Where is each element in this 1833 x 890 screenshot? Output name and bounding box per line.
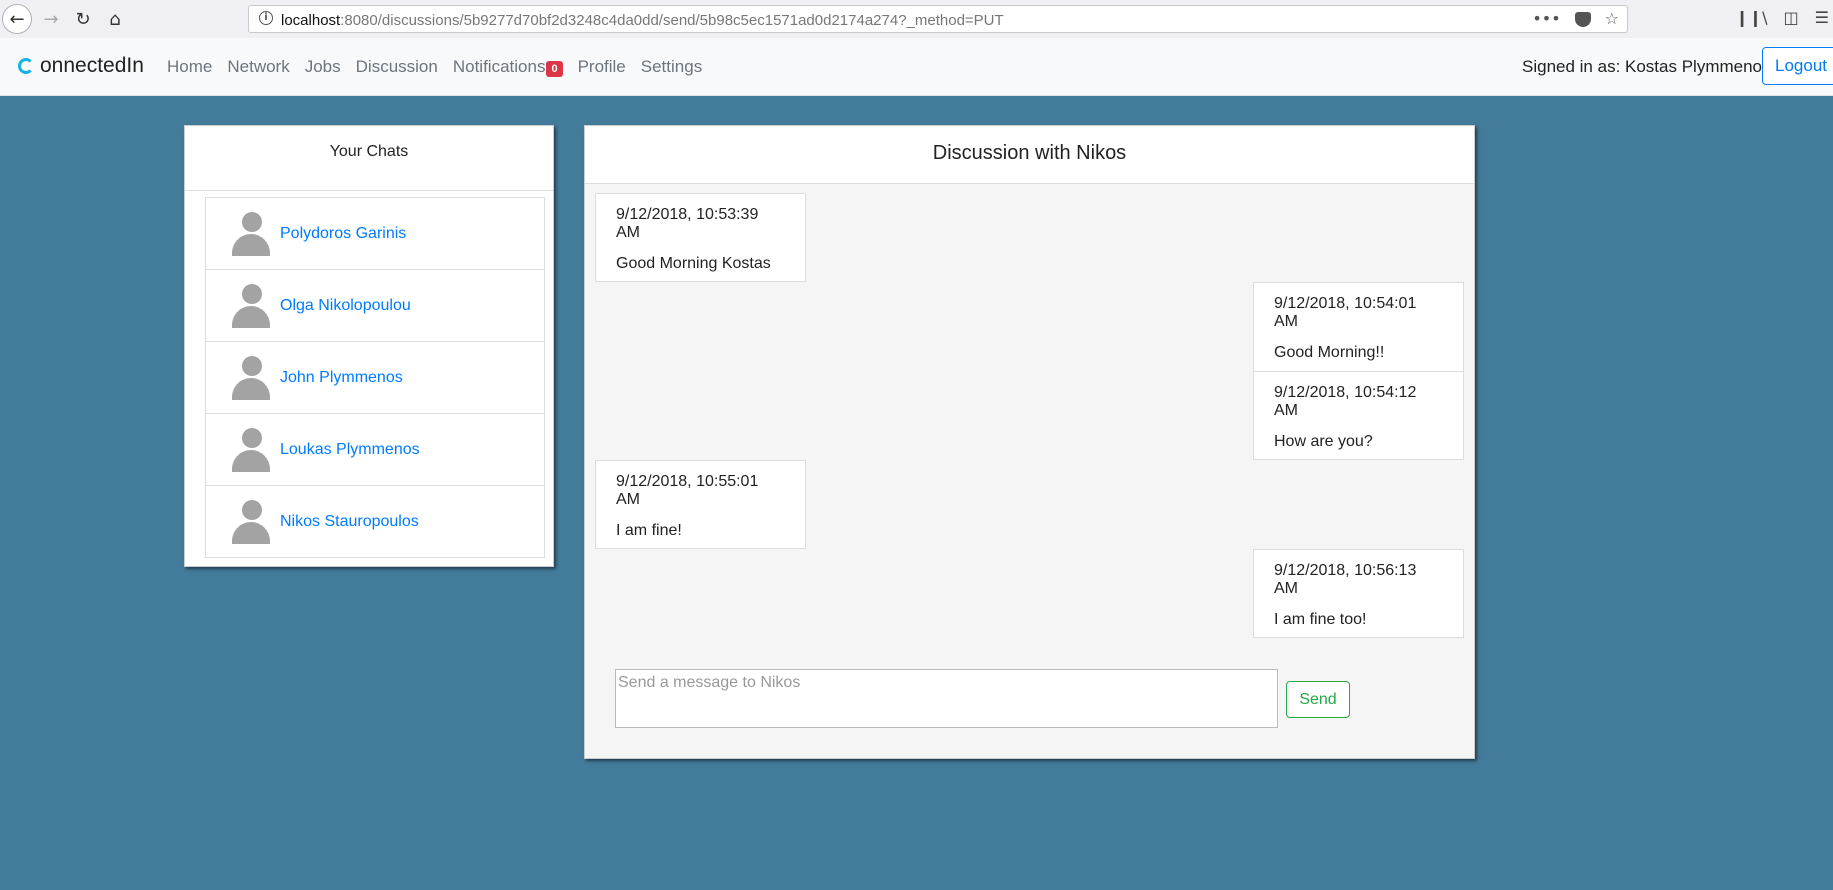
message-time: 9/12/2018, 10:54:01 AM <box>1274 295 1417 330</box>
message-bubble-received: 9/12/2018, 10:53:39 AM Good Morning Kost… <box>595 193 806 282</box>
url-bar[interactable]: i localhost:8080/discussions/5b9277d70bf… <box>248 5 1628 33</box>
logout-button[interactable]: Logout <box>1762 47 1833 85</box>
message-text: I am fine! <box>616 522 682 539</box>
chat-list-item[interactable]: John Plymmenos <box>205 342 545 414</box>
chat-name-link[interactable]: Polydoros Garinis <box>280 225 406 243</box>
sidebar-icon[interactable]: ◫ <box>1784 8 1799 27</box>
message-bubble-sent: 9/12/2018, 10:54:01 AM Good Morning!! <box>1253 282 1464 372</box>
brand-c-icon <box>18 58 34 74</box>
message-bubble-sent: 9/12/2018, 10:54:12 AM How are you? <box>1253 371 1464 460</box>
notifications-badge: 0 <box>546 61 563 77</box>
chat-list-item[interactable]: Polydoros Garinis <box>205 197 545 270</box>
discussion-title: Discussion with Nikos <box>585 126 1474 184</box>
user-avatar-icon <box>232 211 270 256</box>
menu-icon[interactable]: ☰ <box>1815 8 1829 27</box>
chat-name-link[interactable]: Loukas Plymmenos <box>280 441 420 459</box>
send-button[interactable]: Send <box>1286 681 1350 718</box>
message-time: 9/12/2018, 10:53:39 AM <box>616 206 759 241</box>
nav-notifications-label: Notifications <box>452 57 546 76</box>
user-avatar-icon <box>232 427 270 472</box>
user-avatar-icon <box>232 355 270 400</box>
signed-in-label: Signed in as: Kostas Plymmenos <box>1522 57 1771 76</box>
browser-toolbar: ← → ↻ ⌂ i localhost:8080/discussions/5b9… <box>0 0 1833 39</box>
brand-text: onnectedIn <box>40 54 144 77</box>
chat-name-link[interactable]: Olga Nikolopoulou <box>280 297 411 315</box>
nav-settings[interactable]: Settings <box>641 57 702 77</box>
nav-jobs[interactable]: Jobs <box>305 57 341 77</box>
more-icon[interactable]: ••• <box>1532 9 1560 28</box>
library-icon[interactable]: ❙❙\ <box>1735 8 1767 27</box>
message-text: I am fine too! <box>1274 611 1367 628</box>
message-time: 9/12/2018, 10:56:13 AM <box>1274 562 1417 597</box>
chat-list-item[interactable]: Nikos Stauropoulos <box>205 486 545 558</box>
url-host: localhost <box>281 12 341 29</box>
back-icon[interactable]: ← <box>2 4 32 34</box>
url-text[interactable]: localhost:8080/discussions/5b9277d70bf2d… <box>281 12 1004 29</box>
forward-icon[interactable]: → <box>36 4 66 34</box>
nav-notifications[interactable]: Notifications 0 <box>453 57 563 77</box>
app-navbar: onnectedIn Home Network Jobs Discussion … <box>0 38 1833 96</box>
discussion-panel: Discussion with Nikos 9/12/2018, 10:53:3… <box>584 125 1475 759</box>
message-time: 9/12/2018, 10:54:12 AM <box>1274 384 1417 419</box>
message-text: Good Morning!! <box>1274 344 1385 361</box>
info-icon[interactable]: i <box>259 11 273 25</box>
user-avatar-icon <box>232 283 270 328</box>
message-bubble-sent: 9/12/2018, 10:56:13 AM I am fine too! <box>1253 549 1464 638</box>
message-text: Good Morning Kostas <box>616 255 771 272</box>
message-input[interactable] <box>615 669 1278 728</box>
chat-list: Polydoros Garinis Olga Nikolopoulou John… <box>205 197 545 558</box>
message-bubble-received: 9/12/2018, 10:55:01 AM I am fine! <box>595 460 806 549</box>
home-icon[interactable]: ⌂ <box>100 4 130 34</box>
message-time: 9/12/2018, 10:55:01 AM <box>616 473 759 508</box>
chat-list-item[interactable]: Loukas Plymmenos <box>205 414 545 486</box>
chat-list-item[interactable]: Olga Nikolopoulou <box>205 270 545 342</box>
chats-panel: Your Chats Polydoros Garinis Olga Nikolo… <box>184 125 554 567</box>
nav-profile[interactable]: Profile <box>578 57 626 77</box>
url-path: :8080/discussions/5b9277d70bf2d3248c4da0… <box>340 12 1004 29</box>
reload-icon[interactable]: ↻ <box>68 4 98 34</box>
nav-home[interactable]: Home <box>167 57 212 77</box>
chat-name-link[interactable]: Nikos Stauropoulos <box>280 513 419 531</box>
chats-title: Your Chats <box>185 126 553 191</box>
bookmark-star-icon[interactable]: ☆ <box>1605 9 1619 28</box>
chat-name-link[interactable]: John Plymmenos <box>280 369 403 387</box>
brand-logo[interactable]: onnectedIn <box>18 54 144 78</box>
user-avatar-icon <box>232 499 270 544</box>
nav-network[interactable]: Network <box>227 57 289 77</box>
nav-discussion[interactable]: Discussion <box>356 57 438 77</box>
message-text: How are you? <box>1274 433 1373 450</box>
pocket-icon[interactable] <box>1574 12 1591 27</box>
